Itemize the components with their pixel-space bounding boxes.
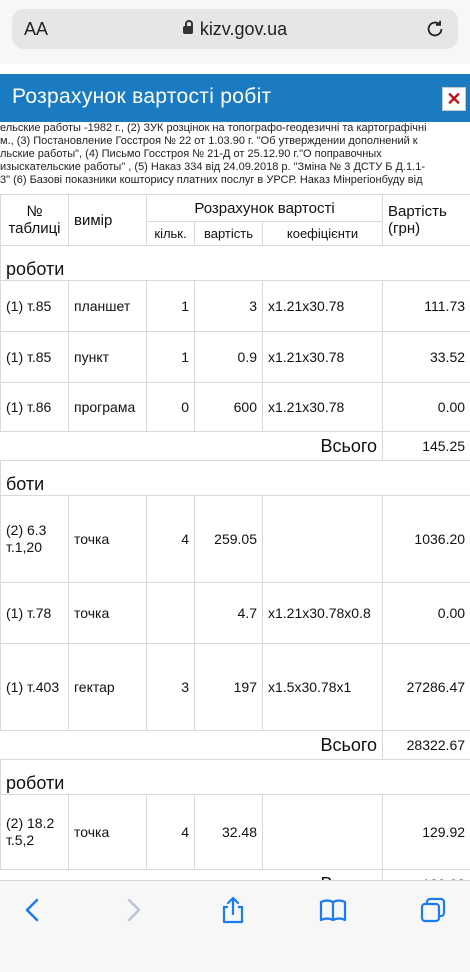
cell-coef: x1.21x30.78 bbox=[263, 383, 383, 432]
cell-qty: 4 bbox=[147, 496, 195, 583]
cell-cost: 600 bbox=[195, 383, 263, 432]
reference-line: изыскательские работы" , (5) Наказ 334 в… bbox=[0, 161, 470, 174]
header-unit: вимір bbox=[69, 195, 147, 246]
cell-cost: 4.7 bbox=[195, 583, 263, 644]
browser-toolbar bbox=[0, 880, 470, 972]
section-header: роботи bbox=[1, 760, 470, 795]
url-text: kizv.gov.ua bbox=[200, 19, 287, 39]
header-table-no: № таблиці bbox=[1, 195, 69, 246]
table-row: (1) т.85 пункт 1 0.9 x1.21x30.78 33.52 bbox=[1, 332, 470, 383]
url-display[interactable]: kizv.gov.ua bbox=[12, 19, 458, 40]
cell-cost: 3 bbox=[195, 281, 263, 332]
section-title: роботи bbox=[1, 246, 470, 281]
cell-ref: (2) 18.2 т.5,2 bbox=[1, 795, 69, 870]
cell-coef: x1.5x30.78x1 bbox=[263, 644, 383, 731]
cell-value: 0.00 bbox=[383, 383, 470, 432]
cell-coef bbox=[263, 795, 383, 870]
cell-coef bbox=[263, 496, 383, 583]
cell-qty: 3 bbox=[147, 644, 195, 731]
cell-ref: (1) т.85 bbox=[1, 281, 69, 332]
cell-value: 33.52 bbox=[383, 332, 470, 383]
lock-icon bbox=[183, 26, 193, 34]
cell-ref: (1) т.78 bbox=[1, 583, 69, 644]
cell-coef: x1.21x30.78 bbox=[263, 281, 383, 332]
cell-cost: 32.48 bbox=[195, 795, 263, 870]
browser-top-bar: AA kizv.gov.ua bbox=[0, 0, 470, 64]
table-row: (2) 18.2 т.5,2 точка 4 32.48 129.92 bbox=[1, 795, 470, 870]
cell-qty: 4 bbox=[147, 795, 195, 870]
section-title: роботи bbox=[1, 760, 470, 795]
section-title: боти bbox=[1, 461, 470, 496]
reference-line: м., (3) Постановление Госстроя № 22 от 1… bbox=[0, 135, 470, 148]
cell-value: 1036.20 bbox=[383, 496, 470, 583]
cell-coef: x1.21x30.78 bbox=[263, 332, 383, 383]
back-icon[interactable] bbox=[18, 895, 48, 925]
total-label: Всього bbox=[263, 731, 383, 760]
cell-unit: пункт bbox=[69, 332, 147, 383]
cell-qty bbox=[147, 583, 195, 644]
cell-unit: програма bbox=[69, 383, 147, 432]
reload-icon[interactable] bbox=[424, 18, 446, 40]
cell-ref: (1) т.86 bbox=[1, 383, 69, 432]
cell-unit: точка bbox=[69, 496, 147, 583]
section-header: роботи bbox=[1, 246, 470, 281]
web-page: Розрахунок вартості робіт ✕ ельские рабо… bbox=[0, 64, 470, 880]
total-row: Всього 28322.67 bbox=[1, 731, 470, 760]
total-label: Всього bbox=[263, 432, 383, 461]
cell-ref: (1) т.85 bbox=[1, 332, 69, 383]
cell-qty: 1 bbox=[147, 281, 195, 332]
references-text: ельские работы -1982 г., (2) ЗУК розціно… bbox=[0, 122, 470, 200]
total-value: 28322.67 bbox=[383, 731, 470, 760]
cell-ref: (1) т.403 bbox=[1, 644, 69, 731]
book-icon[interactable] bbox=[318, 895, 348, 925]
reference-line: 3" (6) Базові показники кошторису платни… bbox=[0, 174, 470, 187]
total-value: 145.25 bbox=[383, 432, 470, 461]
header-calc: Розрахунок вартості bbox=[147, 195, 383, 222]
total-row: Всього 129.92 bbox=[1, 870, 470, 881]
table-row: (1) т.85 планшет 1 3 x1.21x30.78 111.73 bbox=[1, 281, 470, 332]
cell-qty: 0 bbox=[147, 383, 195, 432]
table-row: (2) 6.3 т.1,20 точка 4 259.05 1036.20 bbox=[1, 496, 470, 583]
table-row: (1) т.86 програма 0 600 x1.21x30.78 0.00 bbox=[1, 383, 470, 432]
cell-value: 111.73 bbox=[383, 281, 470, 332]
header-qty: кільк. bbox=[147, 222, 195, 246]
cost-table: № таблиці вимір Розрахунок вартості Варт… bbox=[0, 194, 470, 880]
cell-ref: (2) 6.3 т.1,20 bbox=[1, 496, 69, 583]
header-coef: коефіцієнти bbox=[263, 222, 383, 246]
section-header: боти bbox=[1, 461, 470, 496]
table-row: (1) т.78 точка 4.7 x1.21x30.78x0.8 0.00 bbox=[1, 583, 470, 644]
cell-coef: x1.21x30.78x0.8 bbox=[263, 583, 383, 644]
table-row: (1) т.403 гектар 3 197 x1.5x30.78x1 2728… bbox=[1, 644, 470, 731]
cell-value: 0.00 bbox=[383, 583, 470, 644]
total-value: 129.92 bbox=[383, 870, 470, 881]
cell-cost: 259.05 bbox=[195, 496, 263, 583]
share-icon[interactable] bbox=[218, 895, 248, 925]
cell-cost: 0.9 bbox=[195, 332, 263, 383]
total-label: Всього bbox=[263, 870, 383, 881]
cell-unit: гектар bbox=[69, 644, 147, 731]
cell-value: 27286.47 bbox=[383, 644, 470, 731]
dialog-title: Розрахунок вартості робіт bbox=[12, 85, 271, 109]
tabs-icon[interactable] bbox=[418, 895, 448, 925]
cell-unit: точка bbox=[69, 795, 147, 870]
table-header-row: № таблиці вимір Розрахунок вартості Варт… bbox=[1, 195, 470, 222]
close-button[interactable]: ✕ bbox=[442, 87, 466, 111]
header-value: Вартість (грн) bbox=[383, 195, 470, 246]
header-cost: вартість bbox=[195, 222, 263, 246]
reference-line: льские работы", (4) Письмо Госстроя № 21… bbox=[0, 148, 470, 161]
total-row: Всього 145.25 bbox=[1, 432, 470, 461]
forward-icon[interactable] bbox=[118, 895, 148, 925]
cell-unit: точка bbox=[69, 583, 147, 644]
cell-unit: планшет bbox=[69, 281, 147, 332]
cell-cost: 197 bbox=[195, 644, 263, 731]
reference-line: ельские работы -1982 г., (2) ЗУК розціно… bbox=[0, 122, 470, 135]
cell-qty: 1 bbox=[147, 332, 195, 383]
cell-value: 129.92 bbox=[383, 795, 470, 870]
address-bar[interactable]: AA kizv.gov.ua bbox=[12, 9, 458, 49]
dialog-title-bar: Розрахунок вартості робіт ✕ bbox=[0, 74, 470, 122]
